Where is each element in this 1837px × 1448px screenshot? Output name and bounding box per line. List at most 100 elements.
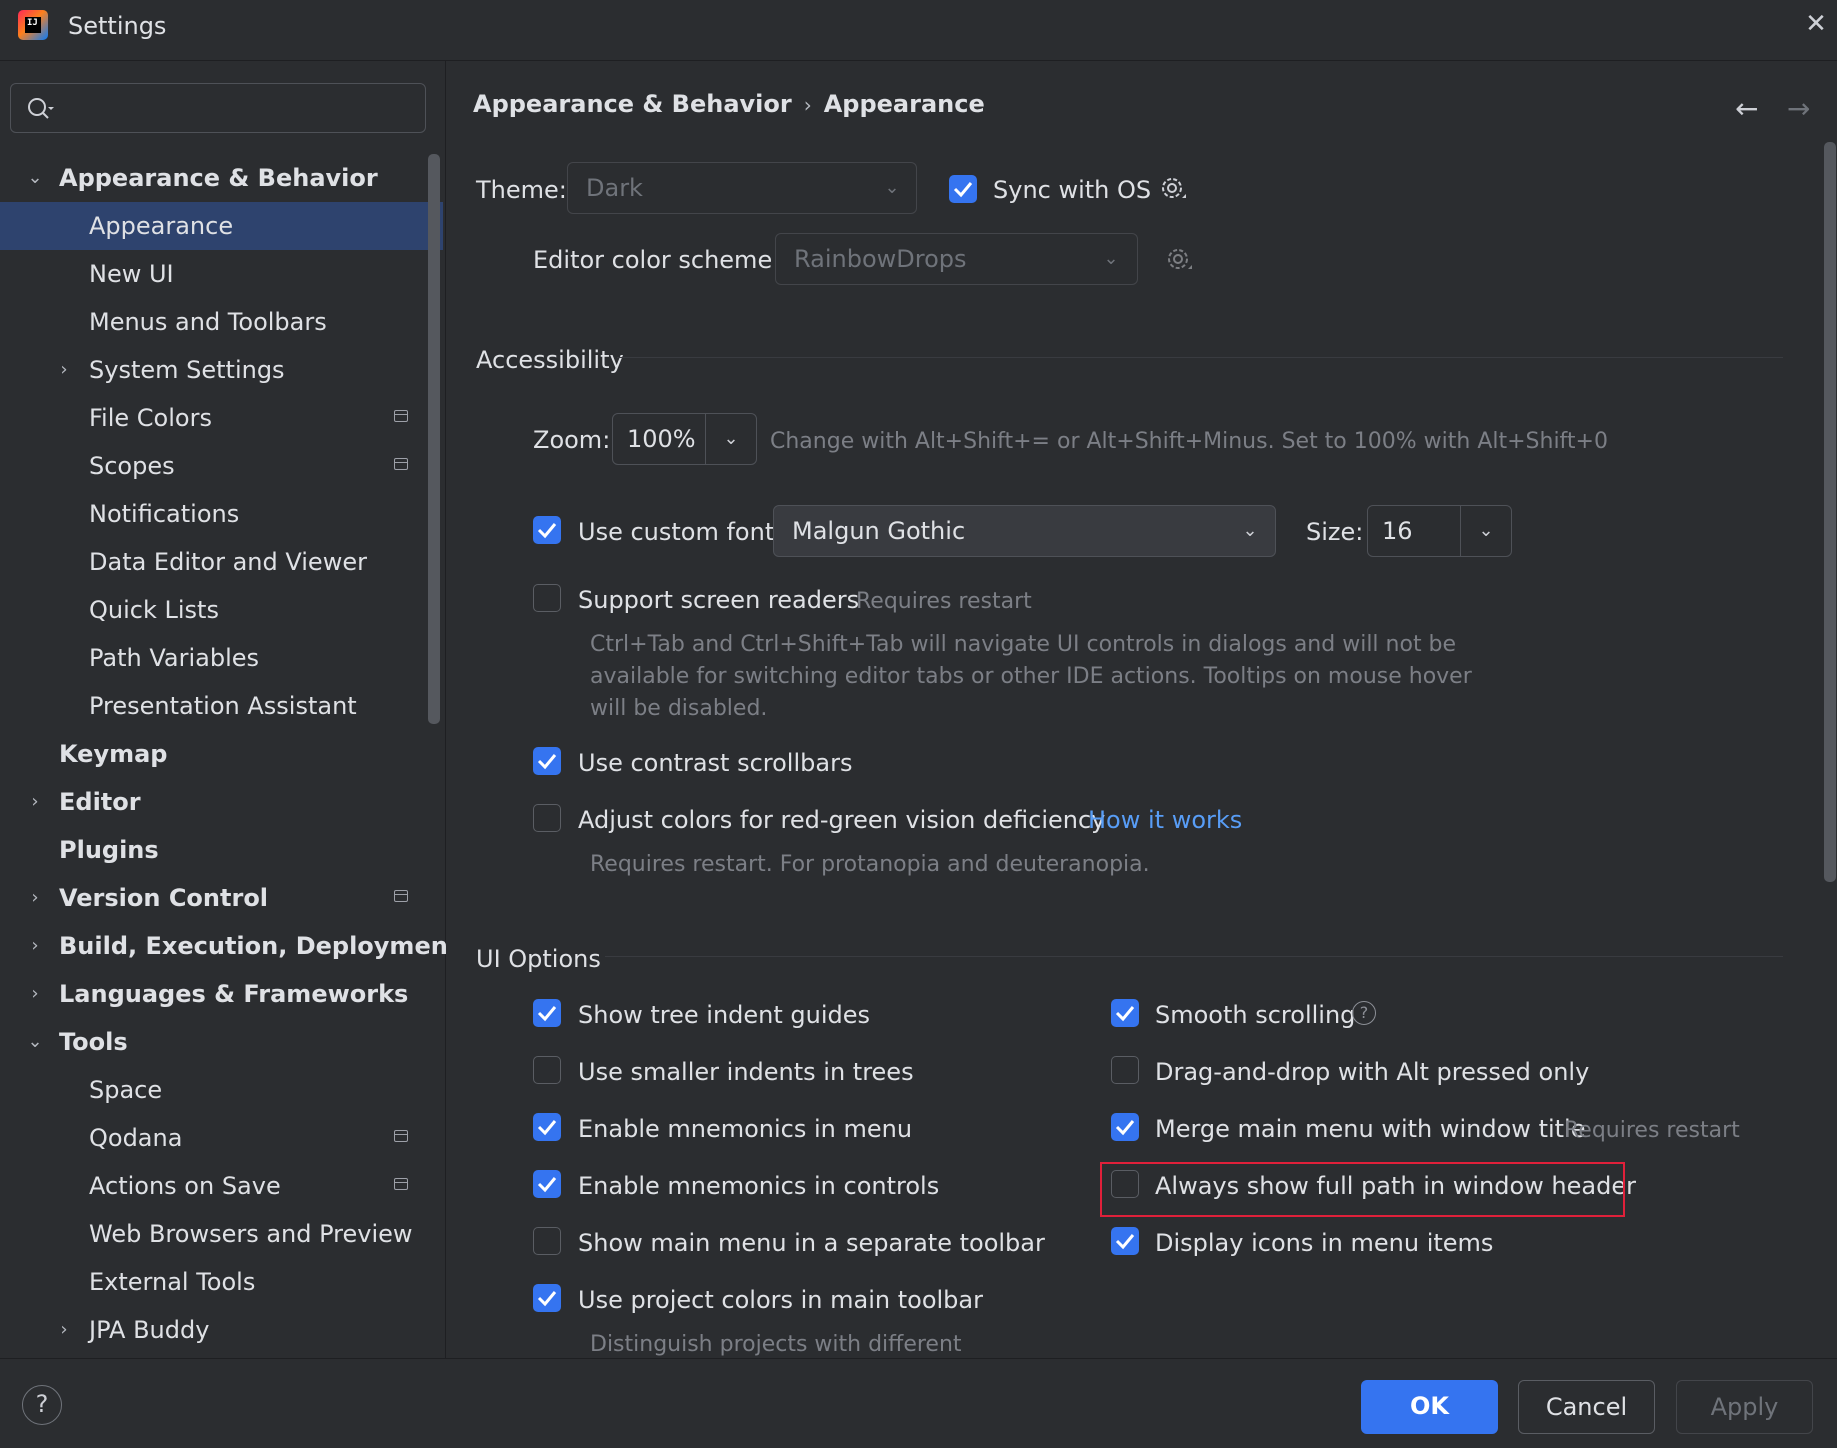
editor-color-scheme-select[interactable]: RainbowDrops ⌄ [775, 233, 1138, 285]
contrast-scrollbars-checkbox[interactable] [533, 747, 561, 775]
sidebar-item-languages-frameworks[interactable]: › Languages & Frameworks [0, 970, 430, 1018]
sidebar-item-appearance-behavior[interactable]: ⌄ Appearance & Behavior [0, 154, 430, 202]
sidebar-item-plugins[interactable]: Plugins [0, 826, 430, 874]
gear-icon[interactable] [1164, 245, 1194, 275]
tree-indent-guides-label: Show tree indent guides [578, 1001, 871, 1029]
forward-arrow-icon[interactable]: → [1787, 92, 1810, 125]
apply-button[interactable]: Apply [1676, 1380, 1813, 1434]
red-green-hint: Requires restart. For protanopia and deu… [590, 852, 1150, 877]
screen-readers-description-line-3: will be disabled. [590, 696, 768, 721]
mnemonics-controls-label: Enable mnemonics in controls [578, 1172, 940, 1200]
chevron-right-icon[interactable]: › [25, 778, 45, 826]
chevron-right-icon[interactable]: › [25, 874, 45, 922]
sidebar-item-notifications[interactable]: Notifications [0, 490, 430, 538]
cancel-button[interactable]: Cancel [1518, 1380, 1655, 1434]
tree-indent-guides-checkbox[interactable] [533, 999, 561, 1027]
sidebar-item-jpa-buddy[interactable]: › JPA Buddy [0, 1306, 430, 1354]
display-icons-menu-checkbox[interactable] [1111, 1227, 1139, 1255]
project-level-icon [394, 1130, 408, 1142]
sidebar-item-scopes[interactable]: Scopes [0, 442, 430, 490]
smaller-indents-checkbox[interactable] [533, 1056, 561, 1084]
chevron-down-icon[interactable]: ⌄ [711, 414, 751, 464]
font-select[interactable]: Malgun Gothic ⌄ [773, 505, 1276, 557]
chevron-right-icon[interactable]: › [25, 922, 45, 970]
sidebar-item-web-browsers[interactable]: Web Browsers and Preview [0, 1210, 430, 1258]
help-question-icon[interactable]: ? [1352, 1001, 1376, 1025]
sidebar-item-new-ui[interactable]: New UI [0, 250, 430, 298]
ui-options-section-title: UI Options [476, 945, 601, 973]
requires-restart-hint: Requires restart [856, 589, 1032, 614]
content-scrollbar[interactable] [1824, 142, 1836, 882]
chevron-right-icon[interactable]: › [54, 346, 74, 394]
use-custom-font-checkbox[interactable] [533, 516, 561, 544]
zoom-label: Zoom: [533, 426, 611, 454]
sidebar-item-system-settings[interactable]: › System Settings [0, 346, 430, 394]
main-menu-separate-toolbar-checkbox[interactable] [533, 1227, 561, 1255]
chevron-down-icon[interactable]: ⌄ [1466, 506, 1506, 556]
project-colors-toolbar-checkbox[interactable] [533, 1284, 561, 1312]
sync-with-os-label: Sync with OS [993, 176, 1152, 204]
sidebar-item-quick-lists[interactable]: Quick Lists [0, 586, 430, 634]
sidebar-item-tools[interactable]: ⌄ Tools [0, 1018, 430, 1066]
mnemonics-menu-checkbox[interactable] [533, 1113, 561, 1141]
zoom-hint: Change with Alt+Shift+= or Alt+Shift+Min… [770, 429, 1608, 454]
how-it-works-link[interactable]: How it works [1088, 806, 1242, 834]
font-size-select[interactable]: 16 ⌄ [1367, 505, 1512, 557]
red-green-vision-checkbox[interactable] [533, 804, 561, 832]
section-divider [617, 357, 1783, 358]
sidebar-item-qodana[interactable]: Qodana [0, 1114, 430, 1162]
sidebar-item-data-editor[interactable]: Data Editor and Viewer [0, 538, 430, 586]
sidebar-item-path-variables[interactable]: Path Variables [0, 634, 430, 682]
breadcrumb-separator-icon: › [803, 93, 812, 117]
annotation-highlight-box [1100, 1162, 1625, 1217]
support-screen-readers-checkbox[interactable] [533, 584, 561, 612]
chevron-down-icon[interactable]: ⌄ [25, 154, 45, 202]
display-icons-menu-label: Display icons in menu items [1155, 1229, 1494, 1257]
project-level-icon [394, 1178, 408, 1190]
help-button[interactable]: ? [22, 1385, 62, 1425]
sidebar-item-build-execution[interactable]: › Build, Execution, Deployment [0, 922, 459, 970]
sidebar-scrollbar[interactable] [428, 154, 440, 724]
sidebar-item-presentation-assistant[interactable]: Presentation Assistant [0, 682, 430, 730]
close-button[interactable]: ✕ [1800, 8, 1832, 40]
chevron-right-icon[interactable]: › [25, 970, 45, 1018]
smooth-scrolling-checkbox[interactable] [1111, 999, 1139, 1027]
chevron-right-icon[interactable]: › [54, 1306, 74, 1354]
sidebar-item-menus-toolbars[interactable]: Menus and Toolbars [0, 298, 430, 346]
settings-search-input[interactable] [10, 83, 426, 133]
main-menu-separate-toolbar-label: Show main menu in a separate toolbar [578, 1229, 1045, 1257]
chevron-down-icon[interactable]: ⌄ [25, 1018, 45, 1066]
sidebar-item-editor[interactable]: › Editor [0, 778, 430, 826]
sidebar-item-version-control[interactable]: › Version Control [0, 874, 430, 922]
sidebar-item-keymap[interactable]: Keymap [0, 730, 430, 778]
use-custom-font-label: Use custom font: [578, 518, 783, 546]
drag-drop-alt-checkbox[interactable] [1111, 1056, 1139, 1084]
project-level-icon [394, 458, 408, 470]
search-icon [28, 98, 54, 119]
breadcrumb-current: Appearance [823, 90, 985, 118]
merge-main-menu-checkbox[interactable] [1111, 1113, 1139, 1141]
gear-icon[interactable] [1158, 174, 1188, 204]
sidebar-item-external-tools[interactable]: External Tools [0, 1258, 430, 1306]
ok-button[interactable]: OK [1361, 1380, 1498, 1434]
sidebar-item-actions-on-save[interactable]: Actions on Save [0, 1162, 430, 1210]
mnemonics-controls-checkbox[interactable] [533, 1170, 561, 1198]
zoom-select[interactable]: 100% ⌄ [612, 413, 757, 465]
sidebar-item-appearance[interactable]: Appearance [0, 202, 443, 250]
breadcrumb: Appearance & Behavior › Appearance [473, 90, 985, 118]
merge-main-menu-label: Merge main menu with window title [1155, 1115, 1586, 1143]
chevron-down-icon: ⌄ [884, 177, 900, 198]
back-arrow-icon[interactable]: ← [1735, 92, 1758, 125]
combo-divider [1460, 506, 1461, 556]
sidebar-item-file-colors[interactable]: File Colors [0, 394, 430, 442]
project-colors-hint: Distinguish projects with different [590, 1332, 962, 1357]
screen-readers-description-line-2: available for switching editor tabs or o… [590, 664, 1472, 689]
theme-select[interactable]: Dark ⌄ [567, 162, 917, 214]
breadcrumb-parent[interactable]: Appearance & Behavior [473, 90, 792, 118]
project-colors-toolbar-label: Use project colors in main toolbar [578, 1286, 983, 1314]
sidebar-item-space[interactable]: Space [0, 1066, 430, 1114]
sync-with-os-checkbox[interactable] [949, 175, 977, 203]
chevron-down-icon: ⌄ [1242, 520, 1258, 541]
intellij-logo-icon: IJ [18, 10, 48, 40]
window-title: Settings [68, 12, 167, 40]
